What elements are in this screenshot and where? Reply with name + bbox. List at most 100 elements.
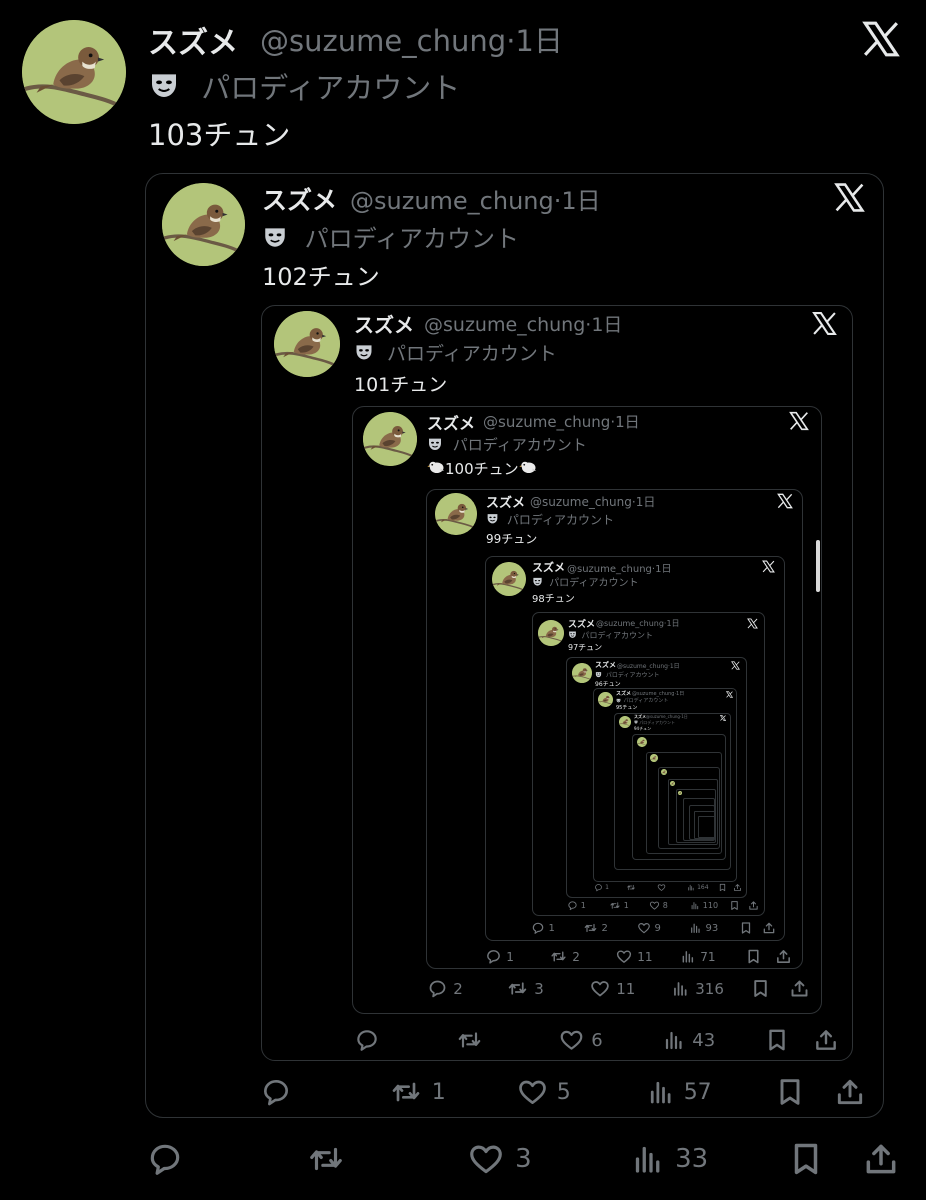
like-button[interactable]: 6 bbox=[558, 1027, 603, 1053]
display-name[interactable]: スズメ bbox=[354, 309, 414, 338]
avatar[interactable] bbox=[619, 716, 631, 728]
reply-button[interactable]: 1 bbox=[567, 900, 586, 911]
display-name[interactable]: スズメ bbox=[427, 410, 475, 434]
bookmark-button[interactable] bbox=[750, 978, 771, 999]
scrollbar-thumb[interactable] bbox=[816, 540, 820, 592]
handle[interactable]: @suzume_chung·1日 bbox=[424, 310, 622, 337]
views-button[interactable]: 57 bbox=[646, 1076, 712, 1108]
reply-button[interactable]: 1 bbox=[485, 948, 514, 965]
post-text-value: 100チュン bbox=[445, 460, 519, 479]
repost-button[interactable]: 2 bbox=[549, 948, 580, 965]
parody-badge: パロディアカウント bbox=[262, 219, 519, 256]
handle[interactable]: @suzume_chung·1日 bbox=[632, 690, 684, 697]
reply-button[interactable] bbox=[354, 1027, 386, 1053]
post-text: 99チュン bbox=[486, 532, 538, 546]
views-button[interactable]: 316 bbox=[671, 978, 724, 999]
display-name[interactable]: スズメ bbox=[568, 617, 595, 630]
share-button[interactable] bbox=[862, 1140, 900, 1178]
share-button[interactable] bbox=[775, 948, 792, 965]
views-button[interactable]: 71 bbox=[680, 948, 715, 965]
reply-button[interactable]: 2 bbox=[427, 978, 463, 999]
repost-button[interactable]: 1 bbox=[388, 1076, 446, 1108]
bookmark-icon bbox=[748, 949, 759, 964]
x-logo-icon[interactable] bbox=[834, 182, 865, 213]
like-button[interactable]: 11 bbox=[615, 948, 652, 965]
avatar[interactable] bbox=[538, 620, 564, 646]
views-button[interactable]: 110 bbox=[690, 900, 718, 911]
avatar[interactable] bbox=[661, 769, 667, 775]
like-button[interactable]: 8 bbox=[649, 900, 668, 911]
x-logo-icon[interactable] bbox=[862, 20, 900, 58]
x-logo-icon[interactable] bbox=[747, 618, 758, 629]
repost-button[interactable] bbox=[626, 883, 638, 892]
like-button[interactable]: 3 bbox=[466, 1140, 532, 1178]
repost-button[interactable] bbox=[305, 1140, 356, 1178]
share-button[interactable] bbox=[834, 1076, 866, 1108]
display-name[interactable]: スズメ bbox=[262, 181, 337, 217]
avatar[interactable] bbox=[274, 311, 340, 377]
handle[interactable]: @suzume_chung·1日 bbox=[260, 18, 563, 60]
bookmark-button[interactable] bbox=[729, 900, 740, 911]
avatar[interactable] bbox=[435, 493, 477, 535]
bookmark-button[interactable] bbox=[786, 1140, 826, 1178]
avatar[interactable] bbox=[572, 663, 592, 683]
like-button[interactable]: 11 bbox=[589, 978, 635, 999]
reply-button[interactable]: 1 bbox=[594, 883, 609, 892]
repost-button[interactable]: 3 bbox=[506, 978, 544, 999]
display-name[interactable]: スズメ bbox=[595, 660, 616, 670]
handle[interactable]: @suzume_chung·1日 bbox=[530, 493, 655, 510]
bookmark-button[interactable] bbox=[764, 1027, 790, 1053]
like-button[interactable]: 9 bbox=[637, 921, 661, 935]
x-logo-icon[interactable] bbox=[789, 411, 809, 431]
views-button[interactable]: 33 bbox=[630, 1140, 708, 1178]
avatar[interactable] bbox=[492, 562, 526, 596]
x-logo-icon[interactable] bbox=[726, 691, 733, 698]
views-button[interactable]: 93 bbox=[689, 921, 718, 935]
like-button[interactable] bbox=[657, 883, 668, 892]
bookmark-button[interactable] bbox=[739, 921, 753, 935]
display-name[interactable]: スズメ bbox=[148, 18, 238, 62]
x-logo-icon[interactable] bbox=[731, 661, 740, 670]
avatar[interactable] bbox=[637, 737, 647, 747]
avatar[interactable] bbox=[363, 412, 417, 466]
avatar[interactable] bbox=[598, 692, 613, 707]
bookmark-button[interactable] bbox=[718, 883, 727, 892]
display-name[interactable]: スズメ bbox=[486, 492, 525, 511]
share-button[interactable] bbox=[813, 1027, 839, 1053]
post-text: 95チュン bbox=[616, 705, 638, 711]
repost-button[interactable]: 2 bbox=[583, 921, 608, 935]
views-icon bbox=[682, 951, 694, 963]
handle[interactable]: @suzume_chung·1日 bbox=[350, 181, 601, 216]
reply-button[interactable] bbox=[146, 1140, 193, 1178]
x-logo-icon[interactable] bbox=[812, 311, 837, 336]
x-logo-icon[interactable] bbox=[762, 560, 775, 573]
display-name[interactable]: スズメ bbox=[616, 690, 631, 697]
bookmark-button[interactable] bbox=[745, 948, 762, 965]
avatar[interactable] bbox=[650, 754, 658, 762]
bookmark-button[interactable] bbox=[774, 1076, 806, 1108]
handle[interactable]: @suzume_chung·1日 bbox=[567, 560, 671, 575]
reply-button[interactable] bbox=[260, 1076, 300, 1108]
share-button[interactable] bbox=[733, 883, 742, 892]
avatar[interactable] bbox=[22, 20, 126, 124]
handle[interactable]: @suzume_chung·1日 bbox=[483, 411, 640, 432]
x-logo-icon[interactable] bbox=[777, 493, 793, 509]
bird-emoji-icon bbox=[519, 458, 537, 480]
views-button[interactable]: 164 bbox=[687, 883, 709, 892]
share-button[interactable] bbox=[789, 978, 810, 999]
repost-button[interactable] bbox=[455, 1027, 490, 1053]
share-button[interactable] bbox=[762, 921, 776, 935]
like-button[interactable]: 5 bbox=[516, 1076, 571, 1108]
display-name[interactable]: スズメ bbox=[532, 559, 565, 575]
share-button[interactable] bbox=[748, 900, 759, 911]
avatar[interactable] bbox=[670, 781, 675, 786]
x-logo-icon[interactable] bbox=[720, 715, 726, 721]
quote-card-level-18[interactable] bbox=[698, 816, 715, 838]
avatar[interactable] bbox=[162, 183, 245, 266]
handle[interactable]: @suzume_chung·1日 bbox=[596, 618, 680, 629]
avatar[interactable] bbox=[678, 791, 682, 795]
handle[interactable]: @suzume_chung·1日 bbox=[617, 661, 680, 670]
repost-button[interactable]: 1 bbox=[609, 900, 629, 911]
reply-button[interactable]: 1 bbox=[531, 921, 555, 935]
views-button[interactable]: 43 bbox=[662, 1027, 715, 1053]
